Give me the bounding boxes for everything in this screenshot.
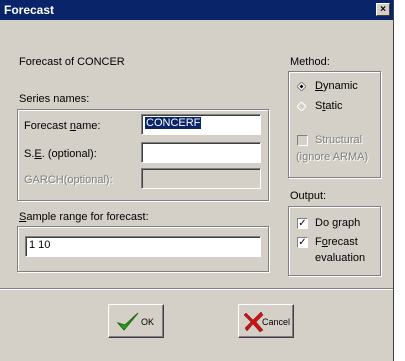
sample-range-input[interactable]: 1 10	[25, 236, 261, 257]
ok-button[interactable]: OK	[108, 304, 164, 338]
radio-unselected-icon	[297, 102, 306, 111]
forecast-evaluation-label-2: evaluation	[315, 252, 366, 264]
forecast-of-label: Forecast of CONCER	[19, 56, 125, 68]
static-label: Static	[315, 100, 343, 112]
checkmark-icon: ✓	[297, 237, 308, 248]
garch-input	[141, 168, 261, 189]
se-input[interactable]	[141, 142, 261, 163]
structural-label-2: (ignore ARMA)	[296, 151, 369, 163]
method-heading: Method:	[290, 56, 330, 68]
dynamic-label: Dynamic	[315, 80, 358, 92]
forecast-name-value: CONCERF	[145, 117, 202, 129]
forecast-dialog: Forecast × Forecast of CONCER Series nam…	[0, 0, 394, 361]
cancel-x-icon	[244, 311, 264, 333]
forecast-name-label: Forecast name:	[24, 120, 101, 132]
separator	[0, 288, 393, 290]
radio-selected-icon	[297, 82, 306, 91]
forecast-name-input[interactable]: CONCERF	[141, 114, 261, 135]
ok-label: OK	[141, 317, 155, 327]
garch-label: GARCH(optional):	[24, 174, 113, 186]
forecast-evaluation-label-1: Forecast	[315, 236, 358, 248]
structural-checkbox-box	[297, 135, 308, 146]
se-label: S.E. (optional):	[24, 148, 97, 160]
title-bar[interactable]: Forecast ×	[0, 0, 393, 20]
checkmark-icon: ✓	[297, 218, 308, 229]
sample-range-value: 1 10	[29, 239, 51, 251]
structural-label-1: Structural	[315, 134, 363, 146]
do-graph-label: Do graph	[315, 217, 361, 229]
checkmark-icon	[116, 312, 139, 331]
cancel-button[interactable]: Cancel	[238, 304, 294, 338]
sample-range-label: Sample range for forecast:	[19, 211, 149, 223]
window-title: Forecast	[4, 3, 55, 17]
close-button[interactable]: ×	[376, 3, 390, 16]
close-icon: ×	[380, 4, 386, 15]
output-heading: Output:	[290, 190, 327, 202]
series-names-heading: Series names:	[19, 93, 90, 105]
cancel-label: Cancel	[262, 317, 291, 327]
